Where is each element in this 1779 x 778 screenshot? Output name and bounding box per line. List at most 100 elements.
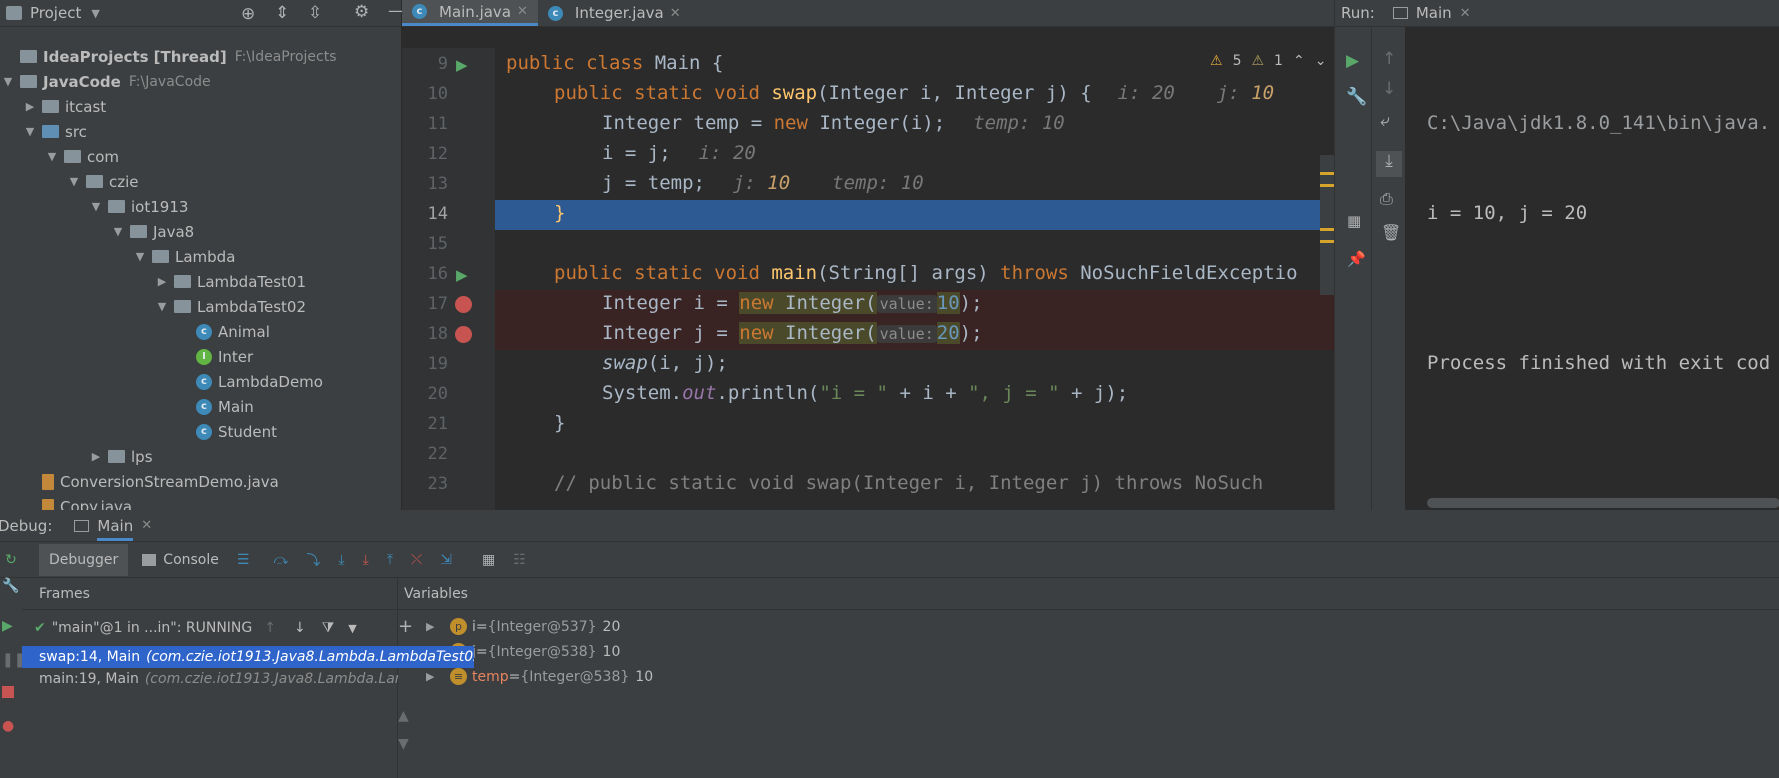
- tree-item[interactable]: ▼ src: [24, 119, 87, 144]
- wrench-icon[interactable]: 🔧: [2, 578, 19, 594]
- tree-item[interactable]: c Student: [178, 419, 277, 444]
- run-to-cursor-icon[interactable]: ⇲: [440, 552, 452, 568]
- tree-item[interactable]: c LambdaDemo: [178, 369, 323, 394]
- project-title[interactable]: Project: [30, 4, 81, 22]
- trace-icon[interactable]: ☷: [513, 552, 526, 568]
- run-tab[interactable]: Main: [1416, 4, 1452, 22]
- force-step-into-icon[interactable]: ⤓: [363, 552, 369, 568]
- tab-main-java[interactable]: c Main.java ✕: [402, 0, 538, 26]
- inspection-widget[interactable]: ⚠ 5 ⚠ 1 ⌃ ⌄: [1210, 53, 1326, 69]
- frame-row[interactable]: swap:14, Main (com.czie.iot1913.Java8.Lam…: [22, 646, 474, 668]
- tree-item[interactable]: c Animal: [178, 319, 270, 344]
- gear-icon[interactable]: ⚙: [354, 2, 369, 22]
- tree-item[interactable]: ▶ LambdaTest01: [156, 269, 306, 294]
- run-gutter-icon[interactable]: ▶: [456, 266, 468, 284]
- close-icon[interactable]: ✕: [1460, 6, 1471, 21]
- tree-item[interactable]: ▶ itcast: [24, 94, 106, 119]
- variable-row[interactable]: ▶ ≡ temp = {Integer@538} 10: [398, 664, 1779, 689]
- variable-name: temp: [472, 668, 509, 685]
- chevron-down-icon[interactable]: ▼: [24, 125, 36, 138]
- debug-tab[interactable]: Main: [97, 511, 134, 541]
- close-icon[interactable]: ✕: [141, 518, 152, 533]
- tree-item[interactable]: ▼ JavaCode F:\JavaCode: [2, 69, 211, 94]
- drop-frame-icon[interactable]: ⤬: [411, 552, 422, 568]
- tree-item[interactable]: ▼ czie: [68, 169, 139, 194]
- resume-icon[interactable]: ▶: [2, 618, 13, 634]
- print-icon[interactable]: ⎙: [1380, 189, 1393, 209]
- tree-item[interactable]: ▶ lps: [90, 444, 153, 469]
- variable-row[interactable]: ▶pj = {Integer@538}10: [398, 639, 1779, 664]
- collapse-all-icon[interactable]: ⇳: [308, 3, 322, 23]
- arrow-up-icon[interactable]: ↑: [264, 620, 276, 636]
- rerun-icon[interactable]: ▶: [1346, 51, 1359, 71]
- tree-item-label: czie: [109, 172, 139, 191]
- line-number: 12: [427, 144, 448, 164]
- arrow-down-icon[interactable]: ↓: [294, 620, 306, 636]
- pin-icon[interactable]: 📌: [1347, 250, 1366, 268]
- chevron-down-icon[interactable]: ▼: [348, 622, 356, 635]
- breakpoint-icon[interactable]: [455, 326, 472, 343]
- soft-wrap-icon[interactable]: ⤶: [1380, 111, 1390, 131]
- chevron-down-icon[interactable]: ▼: [134, 250, 146, 263]
- wrench-icon[interactable]: 🔧: [1346, 87, 1367, 107]
- tab-debugger[interactable]: Debugger: [39, 543, 129, 576]
- chevron-down-icon[interactable]: ▼: [112, 225, 124, 238]
- tree-item[interactable]: ConversionStreamDemo.java: [24, 469, 279, 494]
- arrow-down-icon[interactable]: ↓: [1382, 79, 1396, 99]
- token: new: [739, 322, 786, 344]
- stop-icon[interactable]: [2, 686, 14, 698]
- filter-icon[interactable]: ⧩: [322, 620, 335, 636]
- menu-icon[interactable]: ☰: [237, 552, 250, 568]
- console-scrollbar[interactable]: [1427, 498, 1779, 508]
- layout-icon[interactable]: ▦: [1347, 212, 1361, 230]
- token: (String[] args): [817, 262, 1001, 284]
- show-execution-point-icon[interactable]: ⤼: [273, 552, 288, 568]
- step-out-icon[interactable]: ⤒: [387, 552, 393, 568]
- editor-scrollbar[interactable]: [1320, 155, 1334, 295]
- tree-item[interactable]: ▼ com: [46, 144, 119, 169]
- tree-item[interactable]: I Inter: [178, 344, 253, 369]
- tab-console[interactable]: Console: [163, 552, 219, 568]
- chevron-down-icon[interactable]: ▼: [2, 75, 14, 88]
- token: + j);: [1059, 382, 1129, 404]
- code-line-16: public static void main(String[] args) t…: [554, 262, 1298, 284]
- chevron-right-icon[interactable]: ▶: [90, 450, 102, 463]
- close-icon[interactable]: ✕: [670, 6, 681, 21]
- chevron-right-icon[interactable]: ▶: [156, 275, 168, 288]
- tree-item[interactable]: IdeaProjects [Thread] F:\IdeaProjects: [2, 44, 337, 69]
- thread-selector[interactable]: "main"@1 in ...in": RUNNING: [52, 620, 253, 636]
- variable-row[interactable]: ▶ p i = {Integer@537} 20: [398, 614, 1779, 639]
- tree-item[interactable]: c Main: [178, 394, 254, 419]
- run-gutter-icon[interactable]: ▶: [456, 56, 468, 74]
- tree-item[interactable]: ▼ iot1913: [90, 194, 189, 219]
- rerun-icon[interactable]: ↻: [0, 552, 22, 568]
- chevron-down-icon[interactable]: ▼: [156, 300, 168, 313]
- expand-all-icon[interactable]: ⇕: [275, 3, 289, 23]
- chevron-right-icon[interactable]: ▶: [426, 670, 440, 683]
- tree-item[interactable]: ▼ Lambda: [134, 244, 236, 269]
- tree-item[interactable]: ▼ Java8: [112, 219, 194, 244]
- scroll-to-end-icon[interactable]: ⤓: [1376, 151, 1402, 177]
- trash-icon[interactable]: 🗑: [1381, 223, 1401, 242]
- step-over-icon[interactable]: ⤵: [306, 550, 320, 570]
- step-into-icon[interactable]: ⤓: [338, 552, 344, 568]
- chevron-down-icon[interactable]: ⌄: [1315, 53, 1327, 69]
- arrow-up-icon[interactable]: ↑: [1382, 49, 1396, 69]
- tree-item[interactable]: ▼ LambdaTest02: [156, 294, 306, 319]
- frame-row[interactable]: main:19, Main (com.czie.iot1913.Java8.Lam…: [22, 668, 398, 690]
- locate-icon[interactable]: ⊕: [241, 4, 255, 24]
- chevron-right-icon[interactable]: ▶: [426, 620, 440, 633]
- chevron-down-icon[interactable]: ▼: [46, 150, 58, 163]
- chevron-right-icon[interactable]: ▶: [24, 100, 36, 113]
- code-line-20: System.out.println("i = " + i + ", j = "…: [602, 382, 1128, 404]
- run-console-output[interactable]: C:\Java\jdk1.8.0_141\bin\java. i = 10, j…: [1427, 48, 1770, 438]
- chevron-down-icon[interactable]: ▼: [68, 175, 80, 188]
- view-breakpoints-icon[interactable]: ●: [2, 718, 14, 734]
- close-icon[interactable]: ✕: [517, 4, 528, 19]
- evaluate-expression-icon[interactable]: ▦: [482, 552, 495, 568]
- chevron-down-icon[interactable]: ▼: [90, 200, 102, 213]
- breakpoint-icon[interactable]: [455, 296, 472, 313]
- chevron-up-icon[interactable]: ⌃: [1293, 53, 1305, 69]
- tab-integer-java[interactable]: c Integer.java ✕: [538, 0, 691, 26]
- chevron-down-icon[interactable]: ▼: [91, 7, 99, 20]
